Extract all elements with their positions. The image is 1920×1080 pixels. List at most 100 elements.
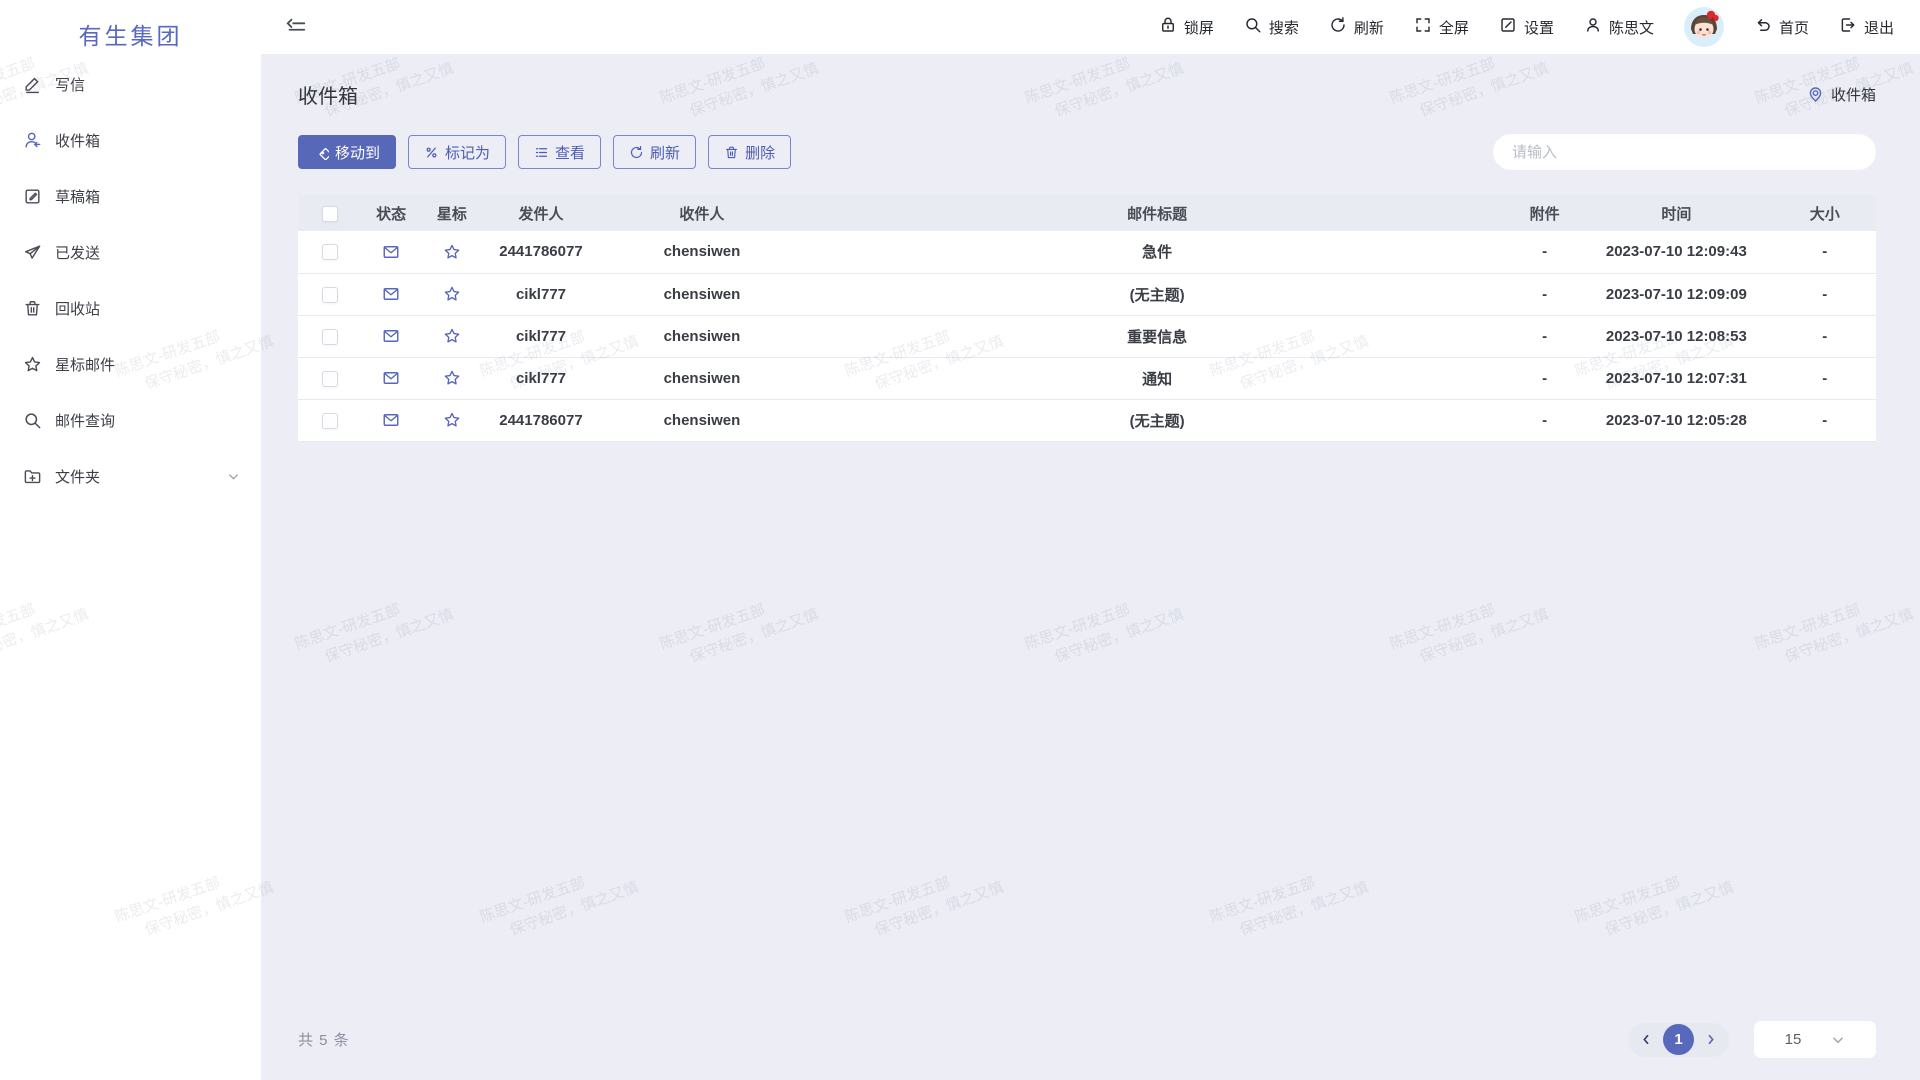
table-row[interactable]: cikl777 chensiwen (无主题) - 2023-07-10 12:… [298,273,1876,315]
search-input[interactable] [1493,134,1876,170]
row-checkbox[interactable] [322,244,338,260]
sidebar-item-search[interactable]: 邮件查询 [0,392,261,448]
envelope-icon [382,243,400,261]
time-cell: 2023-07-10 12:09:43 [1579,231,1773,273]
sidebar-item-inbox-person[interactable]: 收件箱 [0,112,261,168]
topbar-lock[interactable]: 锁屏 [1159,16,1214,38]
star-icon[interactable] [443,411,461,429]
recipient-cell: chensiwen [599,399,804,441]
topbar-logout[interactable]: 退出 [1839,16,1894,38]
sender-cell: 2441786077 [483,231,600,273]
refresh-icon [1329,16,1347,38]
sidebar-item-trash[interactable]: 回收站 [0,280,261,336]
sidebar-item-star[interactable]: 星标邮件 [0,336,261,392]
row-checkbox[interactable] [322,413,338,429]
envelope-icon [382,369,400,387]
time-cell: 2023-07-10 12:09:09 [1579,273,1773,315]
star-icon[interactable] [443,285,461,303]
table-row[interactable]: 2441786077 chensiwen 急件 - 2023-07-10 12:… [298,231,1876,273]
sidebar-item-send[interactable]: 已发送 [0,224,261,280]
table-row[interactable]: cikl777 chensiwen 重要信息 - 2023-07-10 12:0… [298,315,1876,357]
col-size: 大小 [1773,195,1876,231]
time-cell: 2023-07-10 12:08:53 [1579,315,1773,357]
toolbar-button-label: 移动到 [335,142,380,163]
topbar-action-label: 全屏 [1439,17,1469,38]
mail-table: 状态 星标 发件人 收件人 邮件标题 附件 时间 大小 2441786077 c… [298,195,1876,442]
subject-cell[interactable]: (无主题) [804,273,1509,315]
table-row[interactable]: cikl777 chensiwen 通知 - 2023-07-10 12:07:… [298,357,1876,399]
recipient-cell: chensiwen [599,273,804,315]
topbar-action-label: 首页 [1779,17,1809,38]
row-checkbox[interactable] [322,371,338,387]
refresh-button[interactable]: 刷新 [613,135,696,169]
star-icon[interactable] [443,327,461,345]
mark-button[interactable]: 标记为 [408,135,506,169]
table-row[interactable]: 2441786077 chensiwen (无主题) - 2023-07-10 … [298,399,1876,441]
pen-icon [22,74,42,94]
attachment-cell: - [1510,357,1579,399]
recipient-cell: chensiwen [599,357,804,399]
breadcrumb-label: 收件箱 [1831,84,1876,105]
sidebar-item-label: 邮件查询 [55,410,115,431]
attachment-cell: - [1510,273,1579,315]
mark-icon [424,145,439,160]
subject-cell[interactable]: 通知 [804,357,1509,399]
subject-cell[interactable]: 重要信息 [804,315,1509,357]
time-cell: 2023-07-10 12:07:31 [1579,357,1773,399]
col-star: 星标 [421,195,483,231]
topbar-action-label: 退出 [1864,17,1894,38]
row-checkbox[interactable] [322,329,338,345]
prev-page-button[interactable] [1640,1033,1653,1046]
folder-plus-icon [22,466,42,486]
menu-fold-icon[interactable] [285,16,307,38]
topbar-search[interactable]: 搜索 [1244,16,1299,38]
star-icon[interactable] [443,369,461,387]
page-size-select[interactable]: 15 [1754,1021,1876,1058]
size-cell: - [1773,399,1876,441]
topbar-refresh[interactable]: 刷新 [1329,16,1384,38]
sidebar-item-label: 草稿箱 [55,186,100,207]
recipient-cell: chensiwen [599,315,804,357]
footer: 共 5 条 1 15 [298,1021,1876,1064]
pagination: 1 [1628,1023,1729,1057]
sidebar-item-label: 已发送 [55,242,100,263]
row-checkbox[interactable] [322,287,338,303]
attachment-cell: - [1510,399,1579,441]
envelope-icon [382,411,400,429]
topbar-edit-square[interactable]: 设置 [1499,16,1554,38]
page-title: 收件箱 [298,80,358,109]
chevron-down-icon[interactable] [226,469,241,484]
avatar[interactable] [1684,7,1724,47]
draft-icon [22,186,42,206]
edit-square-icon [1499,16,1517,38]
breadcrumb[interactable]: 收件箱 [1807,84,1876,105]
fullscreen-icon [1414,16,1432,38]
topbar-action-label: 刷新 [1354,17,1384,38]
trash-button[interactable]: 删除 [708,135,791,169]
subject-cell[interactable]: 急件 [804,231,1509,273]
size-cell: - [1773,273,1876,315]
sidebar-item-folder-plus[interactable]: 文件夹 [0,448,261,504]
topbar-user[interactable]: 陈思文 [1584,16,1654,38]
subject-cell[interactable]: (无主题) [804,399,1509,441]
col-time: 时间 [1579,195,1773,231]
star-icon[interactable] [443,243,461,261]
move-button[interactable]: 移动到 [298,135,396,169]
page-number[interactable]: 1 [1663,1024,1694,1055]
select-all-checkbox[interactable] [322,206,338,222]
total-count: 共 5 条 [298,1029,350,1050]
next-page-button[interactable] [1704,1033,1717,1046]
recipient-cell: chensiwen [599,231,804,273]
list-button[interactable]: 查看 [518,135,601,169]
inbox-person-icon [22,130,42,150]
col-subject: 邮件标题 [804,195,1509,231]
sender-cell: cikl777 [483,315,600,357]
sender-cell: 2441786077 [483,399,600,441]
attachment-cell: - [1510,315,1579,357]
move-icon [314,145,329,160]
sidebar-item-label: 回收站 [55,298,100,319]
topbar-fullscreen[interactable]: 全屏 [1414,16,1469,38]
sidebar-item-draft[interactable]: 草稿箱 [0,168,261,224]
sidebar-item-pen[interactable]: 写信 [0,56,261,112]
topbar-home-back[interactable]: 首页 [1754,16,1809,38]
